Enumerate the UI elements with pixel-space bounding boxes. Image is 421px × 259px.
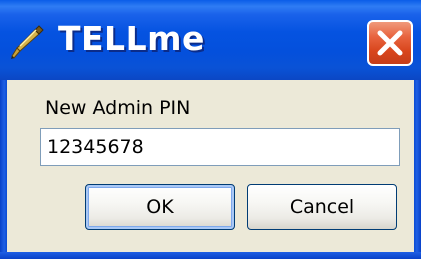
window-title: TELLme [58,19,205,58]
admin-pin-input[interactable] [40,128,400,166]
pen-icon [8,20,48,60]
window-frame-right [414,80,421,259]
title-bar[interactable]: TELLme [0,0,421,80]
admin-pin-label: New Admin PIN [45,97,191,119]
dialog-window: TELLme New Admin PIN OK Cancel [0,0,421,259]
ok-button[interactable]: OK [85,184,235,230]
window-frame-left [0,80,7,259]
close-icon [377,30,403,56]
cancel-button[interactable]: Cancel [247,184,397,230]
window-frame-bottom [0,252,421,259]
close-button[interactable] [367,20,413,66]
